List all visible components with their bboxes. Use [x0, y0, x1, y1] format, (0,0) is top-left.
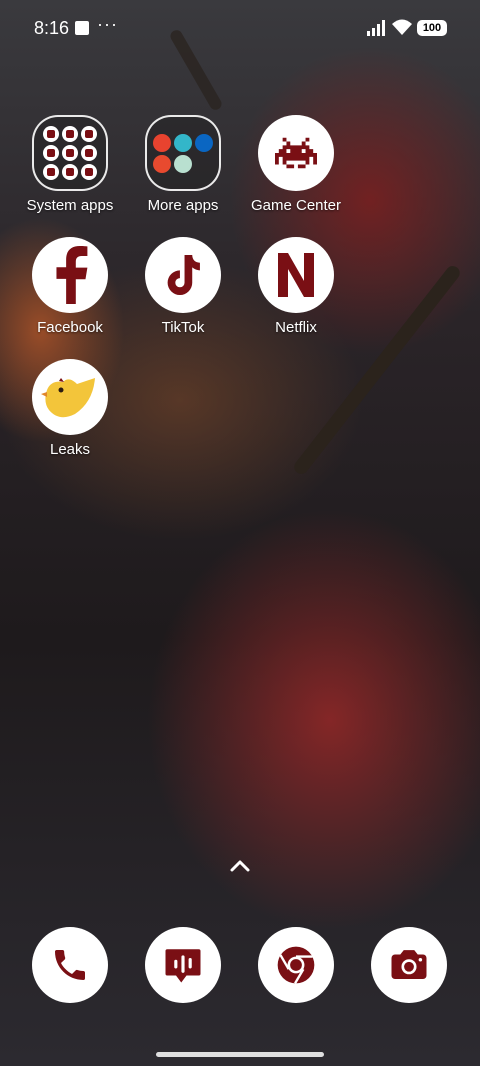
facebook-icon: [32, 237, 108, 313]
folder-icon: [145, 115, 221, 191]
dock-messages[interactable]: [145, 927, 221, 1003]
folder-mini-app-icon: [62, 164, 78, 180]
folder-mini-app-icon: [81, 126, 97, 142]
dock-camera[interactable]: [371, 927, 447, 1003]
dock-chrome[interactable]: [258, 927, 334, 1003]
linkedin-mini-icon: [195, 133, 213, 152]
phone-icon: [55, 950, 85, 980]
app-label: Leaks: [49, 441, 91, 458]
mini-app-icon: [153, 154, 171, 173]
app-tiktok[interactable]: TikTok: [128, 237, 238, 336]
signal-icon: [367, 20, 385, 36]
more-dots-icon: ···: [97, 14, 118, 34]
folder-mini-app-icon: [43, 126, 59, 142]
home-gesture-bar[interactable]: [156, 1052, 324, 1057]
app-game-center[interactable]: Game Center: [241, 115, 351, 214]
folder-mini-app-icon: [43, 145, 59, 161]
app-label: Facebook: [37, 319, 103, 336]
folder-mini-app-icon: [43, 164, 59, 180]
app-label: TikTok: [161, 319, 205, 336]
app-more-apps-folder[interactable]: More apps: [128, 115, 238, 214]
message-icon: [165, 949, 201, 983]
app-system-apps-folder[interactable]: System apps: [15, 115, 125, 214]
yellow-bird-icon: [32, 359, 108, 435]
app-label: More apps: [147, 197, 219, 214]
wifi-icon: [392, 19, 412, 35]
chrome-icon: [277, 946, 315, 984]
folder-mini-app-icon: [62, 126, 78, 142]
netflix-icon: [258, 237, 334, 313]
app-label: System apps: [26, 197, 114, 214]
folder-icon: [32, 115, 108, 191]
chevron-up-icon[interactable]: [226, 854, 254, 878]
status-time: 8:16: [34, 18, 70, 38]
app-facebook[interactable]: Facebook: [15, 237, 125, 336]
folder-mini-app-icon: [81, 145, 97, 161]
app-label: Netflix: [275, 319, 317, 336]
folder-mini-app-icon: [62, 145, 78, 161]
status-bar: 8:16 ··· 100: [0, 0, 480, 58]
battery-icon: 100: [417, 20, 447, 36]
notification-square-icon: [75, 21, 89, 35]
app-leaks[interactable]: Leaks: [15, 359, 125, 458]
wps-mini-icon: [153, 133, 171, 152]
camera-icon: [391, 950, 427, 979]
folder-mini-app-icon: [81, 164, 97, 180]
space-invader-icon: [258, 115, 334, 191]
mini-app-icon: [174, 154, 192, 173]
mini-app-icon: [174, 133, 192, 152]
dock-phone[interactable]: [32, 927, 108, 1003]
app-netflix[interactable]: Netflix: [241, 237, 351, 336]
battery-level: 100: [422, 22, 442, 34]
music-note-icon: [145, 237, 221, 313]
app-label: Game Center: [250, 197, 342, 214]
